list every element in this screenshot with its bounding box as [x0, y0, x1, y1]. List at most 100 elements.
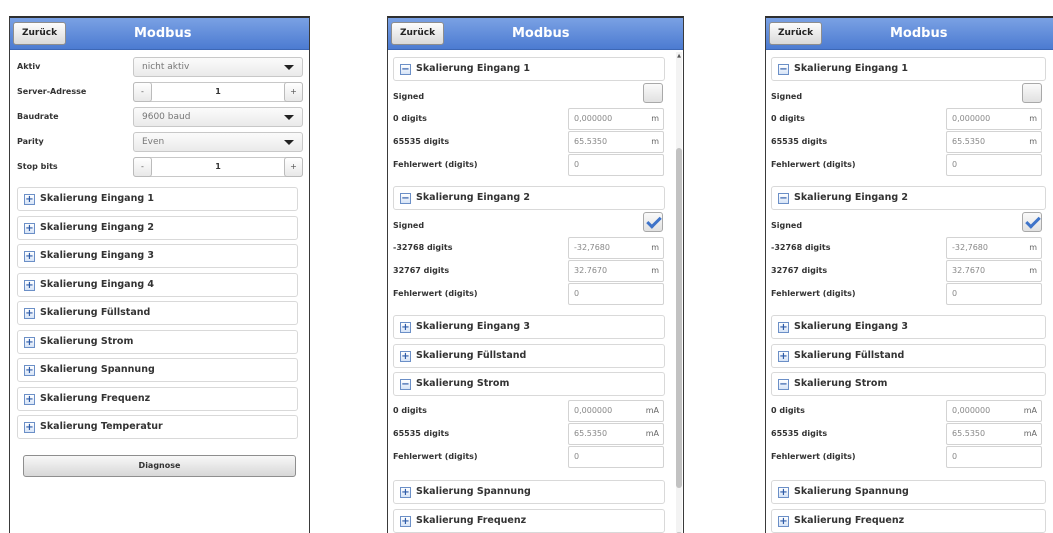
expand-plus-icon: + [400, 487, 411, 498]
digits-high-input[interactable]: 65.5350 mA [946, 423, 1042, 445]
scrollbar-thumb[interactable] [676, 148, 682, 488]
back-button[interactable]: Zurück [391, 22, 445, 45]
section-skalierung-spannung[interactable]: + Skalierung Spannung [393, 480, 665, 504]
signed-checkbox-checked[interactable] [1022, 212, 1042, 232]
fehlerwert-label: Fehlerwert (digits) [771, 289, 856, 298]
section-label: Skalierung Spannung [416, 486, 531, 497]
section-skalierung-strom[interactable]: − Skalierung Strom [393, 372, 665, 396]
server-address-stepper[interactable]: - 1 + [133, 82, 303, 102]
section-label: Skalierung Frequenz [416, 515, 527, 526]
aktiv-select[interactable]: nicht aktiv [133, 57, 303, 77]
section-skalierung-eingang-2[interactable]: − Skalierung Eingang 2 [393, 186, 665, 210]
unit-label: m [1029, 243, 1037, 252]
expand-plus-icon: + [24, 223, 35, 234]
section-skalierung-eingang-1[interactable]: − Skalierung Eingang 1 [393, 57, 665, 81]
section-skalierung-eingang-3[interactable]: + Skalierung Eingang 3 [393, 315, 665, 339]
digits-low-input[interactable]: -32,7680 m [568, 237, 664, 259]
section-skalierung-frequenz[interactable]: + Skalierung Frequenz [771, 509, 1046, 533]
expand-plus-icon: + [400, 351, 411, 362]
digits-high-label: 65535 digits [393, 429, 450, 438]
digits-low-input[interactable]: 0,000000 mA [568, 400, 664, 422]
expand-plus-icon: + [24, 280, 35, 291]
signed-checkbox-checked[interactable] [643, 212, 663, 232]
unit-label: m [1029, 137, 1037, 146]
digits-low-label: -32768 digits [393, 243, 453, 252]
section-label: Skalierung Eingang 2 [416, 192, 531, 203]
back-button[interactable]: Zurück [13, 22, 67, 45]
digits-high-label: 65535 digits [771, 137, 828, 146]
digits-low-input[interactable]: 0,000000 m [946, 108, 1042, 130]
fehlerwert-input[interactable]: 0 [568, 283, 664, 305]
collapse-minus-icon: − [778, 379, 789, 390]
back-button[interactable]: Zurück [769, 22, 823, 45]
fehlerwert-label: Fehlerwert (digits) [393, 452, 478, 461]
section-skalierung-eingang-3[interactable]: + Skalierung Eingang 3 [17, 244, 298, 268]
section-skalierung-eingang-1[interactable]: − Skalierung Eingang 1 [771, 57, 1046, 81]
unit-label: mA [645, 429, 659, 438]
collapse-minus-icon: − [400, 64, 411, 75]
digits-low-input[interactable]: -32,7680 m [946, 237, 1042, 259]
digits-high-label: 65535 digits [393, 137, 450, 146]
section-skalierung-eingang-3[interactable]: + Skalierung Eingang 3 [771, 315, 1046, 339]
fehlerwert-input[interactable]: 0 [568, 154, 664, 176]
aktiv-value: nicht aktiv [142, 62, 190, 72]
digits-low-input[interactable]: 0,000000 m [568, 108, 664, 130]
expand-plus-icon: + [778, 487, 789, 498]
section-skalierung-strom[interactable]: + Skalierung Strom [17, 330, 298, 354]
diagnose-button[interactable]: Diagnose [23, 455, 296, 477]
section-skalierung-fuellstand[interactable]: + Skalierung Füllstand [393, 344, 665, 368]
digits-high-input[interactable]: 32.7670 m [568, 260, 664, 282]
section-skalierung-frequenz[interactable]: + Skalierung Frequenz [393, 509, 665, 533]
expand-plus-icon: + [400, 322, 411, 333]
section-skalierung-eingang-2[interactable]: − Skalierung Eingang 2 [771, 186, 1046, 210]
section-skalierung-temperatur[interactable]: + Skalierung Temperatur [17, 415, 298, 439]
signed-checkbox[interactable] [1022, 83, 1042, 103]
baudrate-select[interactable]: 9600 baud [133, 107, 303, 127]
section-skalierung-eingang-1[interactable]: + Skalierung Eingang 1 [17, 187, 298, 211]
fehlerwert-input[interactable]: 0 [946, 283, 1042, 305]
section-skalierung-frequenz[interactable]: + Skalierung Frequenz [17, 387, 298, 411]
digits-low-label: 0 digits [771, 406, 805, 415]
digits-high-input[interactable]: 32.7670 m [946, 260, 1042, 282]
increment-button[interactable]: + [284, 82, 303, 102]
baudrate-label: Baudrate [17, 112, 59, 121]
stop-bits-label: Stop bits [17, 162, 58, 171]
section-skalierung-strom[interactable]: − Skalierung Strom [771, 372, 1046, 396]
increment-button[interactable]: + [284, 157, 303, 177]
section-skalierung-spannung[interactable]: + Skalierung Spannung [17, 358, 298, 382]
vertical-scrollbar[interactable] [676, 52, 682, 533]
signed-label: Signed [393, 221, 425, 230]
fehlerwert-input[interactable]: 0 [946, 154, 1042, 176]
input-value: 0,000000 [952, 114, 991, 123]
digits-high-input[interactable]: 65.5350 m [568, 131, 664, 153]
expand-plus-icon: + [24, 308, 35, 319]
input-value: 0,000000 [574, 114, 613, 123]
section-skalierung-fuellstand[interactable]: + Skalierung Füllstand [771, 344, 1046, 368]
digits-low-input[interactable]: 0,000000 mA [946, 400, 1042, 422]
fehlerwert-input[interactable]: 0 [946, 446, 1042, 468]
section-skalierung-eingang-2[interactable]: + Skalierung Eingang 2 [17, 216, 298, 240]
section-label: Skalierung Strom [416, 378, 510, 389]
section-label: Skalierung Eingang 3 [416, 321, 531, 332]
server-address-value[interactable]: 1 [134, 83, 302, 101]
section-label: Skalierung Eingang 2 [40, 222, 155, 233]
fehlerwert-input[interactable]: 0 [568, 446, 664, 468]
unit-label: m [651, 266, 659, 275]
stop-bits-value[interactable]: 1 [134, 158, 302, 176]
input-value: 0 [952, 452, 958, 461]
input-value: 0 [574, 160, 580, 169]
digits-high-input[interactable]: 65.5350 mA [568, 423, 664, 445]
scroll-up-arrow-icon[interactable]: ▲ [677, 53, 681, 59]
signed-checkbox[interactable] [643, 83, 663, 103]
stop-bits-stepper[interactable]: - 1 + [133, 157, 303, 177]
digits-high-label: 32767 digits [771, 266, 828, 275]
signed-label: Signed [393, 92, 425, 101]
chevron-down-icon [284, 65, 294, 70]
digits-high-input[interactable]: 65.5350 m [946, 131, 1042, 153]
parity-select[interactable]: Even [133, 132, 303, 152]
input-value: 65.5350 [574, 137, 608, 146]
section-skalierung-fuellstand[interactable]: + Skalierung Füllstand [17, 301, 298, 325]
section-skalierung-eingang-4[interactable]: + Skalierung Eingang 4 [17, 273, 298, 297]
section-label: Skalierung Spannung [794, 486, 909, 497]
section-skalierung-spannung[interactable]: + Skalierung Spannung [771, 480, 1046, 504]
